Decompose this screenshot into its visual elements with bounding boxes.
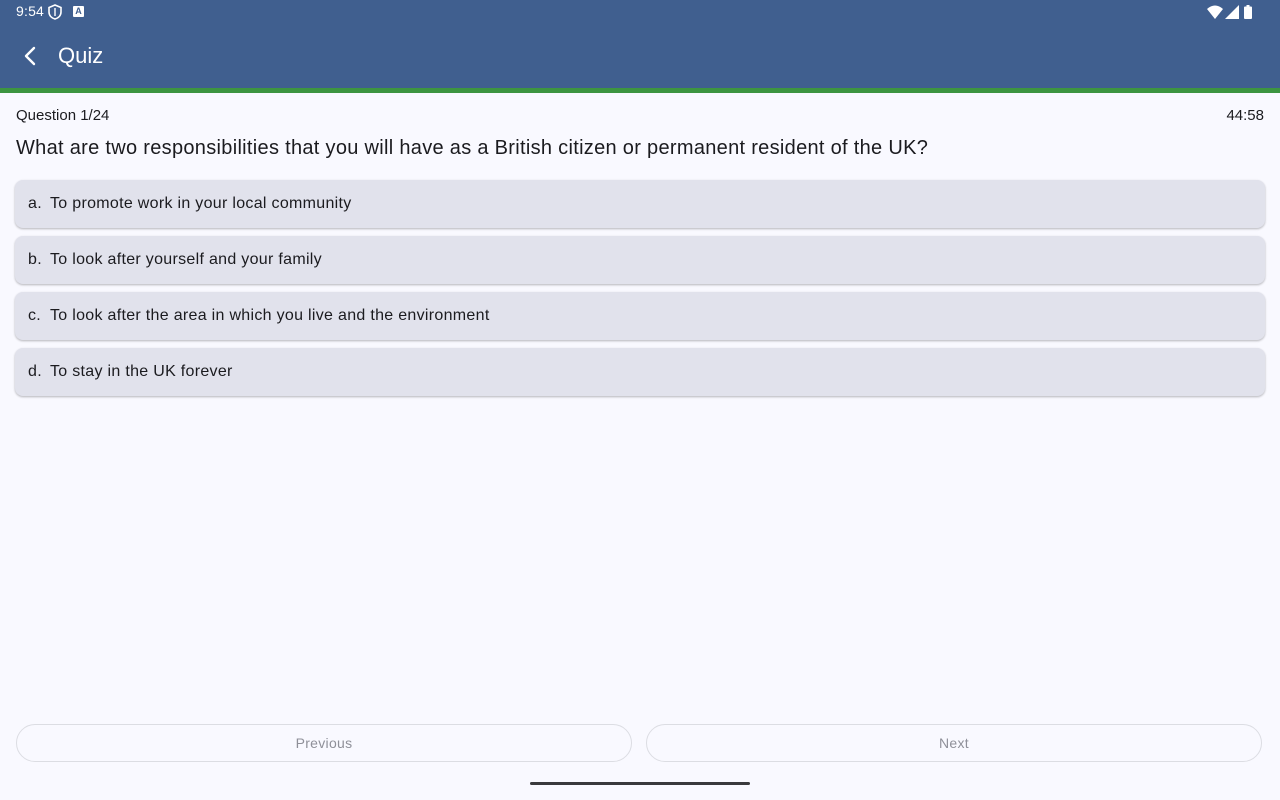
question-counter: Question 1/24 [16, 107, 110, 124]
battery-icon [1244, 5, 1252, 19]
answer-option-a[interactable]: a. To promote work in your local communi… [15, 180, 1265, 228]
chevron-left-icon [24, 46, 36, 66]
shield-icon [48, 4, 62, 20]
option-text: To promote work in your local community [50, 195, 352, 212]
option-text: To look after the area in which you live… [50, 307, 490, 324]
status-bar: 9:54 A [0, 0, 1280, 24]
back-button[interactable] [12, 40, 48, 72]
status-time: 9:54 [16, 3, 45, 19]
question-text: What are two responsibilities that you w… [16, 137, 929, 159]
answer-option-b[interactable]: b. To look after yourself and your famil… [15, 236, 1265, 284]
a-badge-icon: A [73, 6, 84, 17]
next-button[interactable]: Next [646, 724, 1262, 762]
quiz-progress-fill [0, 88, 1280, 93]
answer-option-c[interactable]: c. To look after the area in which you l… [15, 292, 1265, 340]
answer-options: a. To promote work in your local communi… [15, 180, 1265, 404]
previous-button[interactable]: Previous [16, 724, 632, 762]
option-letter: d. [28, 363, 42, 380]
quiz-progress-bar [0, 88, 1280, 93]
page-title: Quiz [58, 43, 104, 68]
signal-icon [1225, 5, 1239, 19]
option-letter: a. [28, 195, 42, 212]
app-bar: 9:54 A Quiz [0, 0, 1280, 88]
wifi-icon [1207, 5, 1223, 19]
home-indicator[interactable] [530, 782, 750, 785]
option-letter: c. [28, 307, 42, 324]
option-letter: b. [28, 251, 42, 268]
option-text: To look after yourself and your family [50, 251, 322, 268]
option-text: To stay in the UK forever [50, 363, 233, 380]
quiz-timer: 44:58 [1226, 107, 1264, 124]
answer-option-d[interactable]: d. To stay in the UK forever [15, 348, 1265, 396]
